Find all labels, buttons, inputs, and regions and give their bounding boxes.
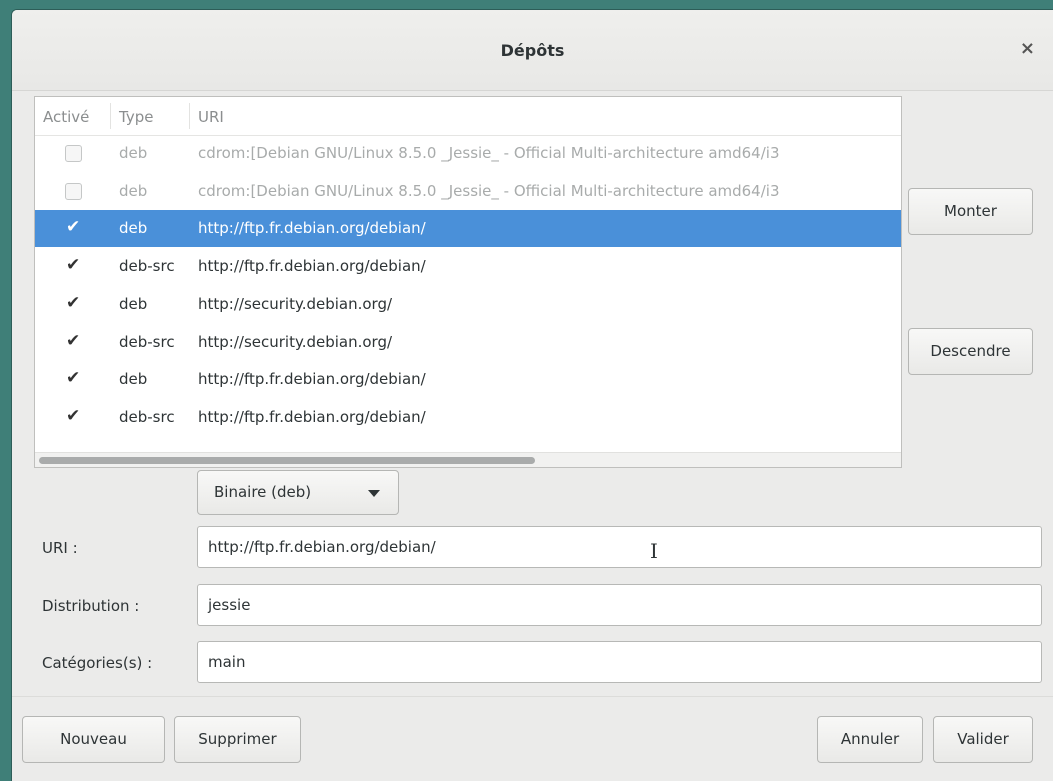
row-uri: http://security.debian.org/ — [198, 294, 393, 313]
chevron-down-icon — [368, 490, 380, 497]
validate-button[interactable]: Valider — [933, 716, 1033, 763]
row-type: deb — [119, 181, 148, 200]
uri-label: URI : — [42, 539, 78, 557]
column-header-uri[interactable]: URI — [198, 108, 224, 126]
title-bar: Dépôts × — [12, 10, 1053, 91]
check-icon: ✔ — [66, 368, 81, 389]
list-header: Activé Type URI — [35, 97, 901, 136]
enabled-checkbox[interactable]: ✔ — [65, 368, 81, 389]
enabled-checkbox[interactable]: ✔ — [65, 405, 81, 426]
column-separator — [110, 103, 111, 129]
table-row[interactable]: ✔ deb http://ftp.fr.debian.org/debian/ — [35, 210, 901, 248]
type-dropdown[interactable]: Binaire (deb) — [197, 470, 399, 515]
row-uri: http://ftp.fr.debian.org/debian/ — [198, 219, 426, 238]
row-type: deb — [119, 294, 148, 313]
row-type: deb-src — [119, 257, 175, 276]
enabled-checkbox[interactable]: ✔ — [65, 217, 81, 238]
table-row[interactable]: ✔ deb http://security.debian.org/ — [35, 286, 901, 323]
new-button[interactable]: Nouveau — [22, 716, 165, 763]
move-down-button[interactable]: Descendre — [908, 328, 1033, 375]
close-icon[interactable]: × — [1020, 38, 1035, 59]
column-header-enabled[interactable]: Activé — [43, 108, 89, 126]
row-type: deb — [119, 144, 148, 162]
text-cursor-icon: I — [650, 539, 658, 563]
check-icon: ✔ — [66, 217, 81, 238]
row-type: deb — [119, 370, 148, 389]
row-type: deb — [119, 219, 148, 238]
check-icon: ✔ — [66, 330, 81, 351]
table-row[interactable]: deb cdrom:[Debian GNU/Linux 8.5.0 _Jessie… — [35, 173, 901, 210]
enabled-checkbox[interactable] — [65, 145, 82, 162]
distribution-label: Distribution : — [42, 597, 140, 615]
delete-button[interactable]: Supprimer — [174, 716, 301, 763]
table-row[interactable]: deb cdrom:[Debian GNU/Linux 8.5.0 _Jessie… — [35, 135, 901, 172]
distribution-field[interactable]: jessie — [197, 584, 1042, 626]
table-row[interactable]: ✔ deb-src http://ftp.fr.debian.org/debian/ — [35, 248, 901, 285]
repositories-dialog: Dépôts × Activé Type URI deb cdrom:[Debia… — [12, 10, 1053, 781]
window-title: Dépôts — [500, 41, 565, 60]
column-separator — [189, 103, 190, 129]
row-uri: http://ftp.fr.debian.org/debian/ — [198, 407, 426, 426]
categories-field[interactable]: main — [197, 641, 1042, 683]
column-header-type[interactable]: Type — [119, 108, 153, 126]
enabled-checkbox[interactable]: ✔ — [65, 292, 81, 313]
row-uri: cdrom:[Debian GNU/Linux 8.5.0 _Jessie_ -… — [198, 181, 780, 200]
enabled-checkbox[interactable] — [65, 182, 82, 200]
repository-list[interactable]: Activé Type URI deb cdrom:[Debian GNU/Lin… — [34, 96, 902, 468]
table-row[interactable]: ✔ deb http://ftp.fr.debian.org/debian/ — [35, 361, 901, 398]
enabled-checkbox[interactable]: ✔ — [65, 255, 81, 276]
row-type: deb-src — [119, 332, 175, 351]
table-row[interactable]: ✔ deb-src http://security.debian.org/ — [35, 324, 901, 361]
row-uri: http://ftp.fr.debian.org/debian/ — [198, 257, 426, 276]
horizontal-scrollbar[interactable] — [35, 452, 901, 467]
enabled-checkbox[interactable]: ✔ — [65, 330, 81, 351]
type-dropdown-value: Binaire (deb) — [214, 483, 312, 501]
table-row[interactable]: ✔ deb-src http://ftp.fr.debian.org/debian/ — [35, 399, 901, 436]
footer-divider — [12, 696, 1053, 697]
scrollbar-thumb[interactable] — [39, 457, 535, 464]
cancel-button[interactable]: Annuler — [817, 716, 923, 763]
row-type: deb-src — [119, 407, 175, 426]
row-uri: http://ftp.fr.debian.org/debian/ — [198, 370, 426, 389]
check-icon: ✔ — [66, 405, 81, 426]
check-icon: ✔ — [66, 292, 81, 313]
categories-label: Catégories(s) : — [42, 654, 153, 672]
check-icon: ✔ — [66, 255, 81, 276]
row-uri: cdrom:[Debian GNU/Linux 8.5.0 _Jessie_ -… — [198, 144, 780, 162]
row-uri: http://security.debian.org/ — [198, 332, 393, 351]
move-up-button[interactable]: Monter — [908, 188, 1033, 235]
uri-field[interactable]: http://ftp.fr.debian.org/debian/ — [197, 526, 1042, 568]
